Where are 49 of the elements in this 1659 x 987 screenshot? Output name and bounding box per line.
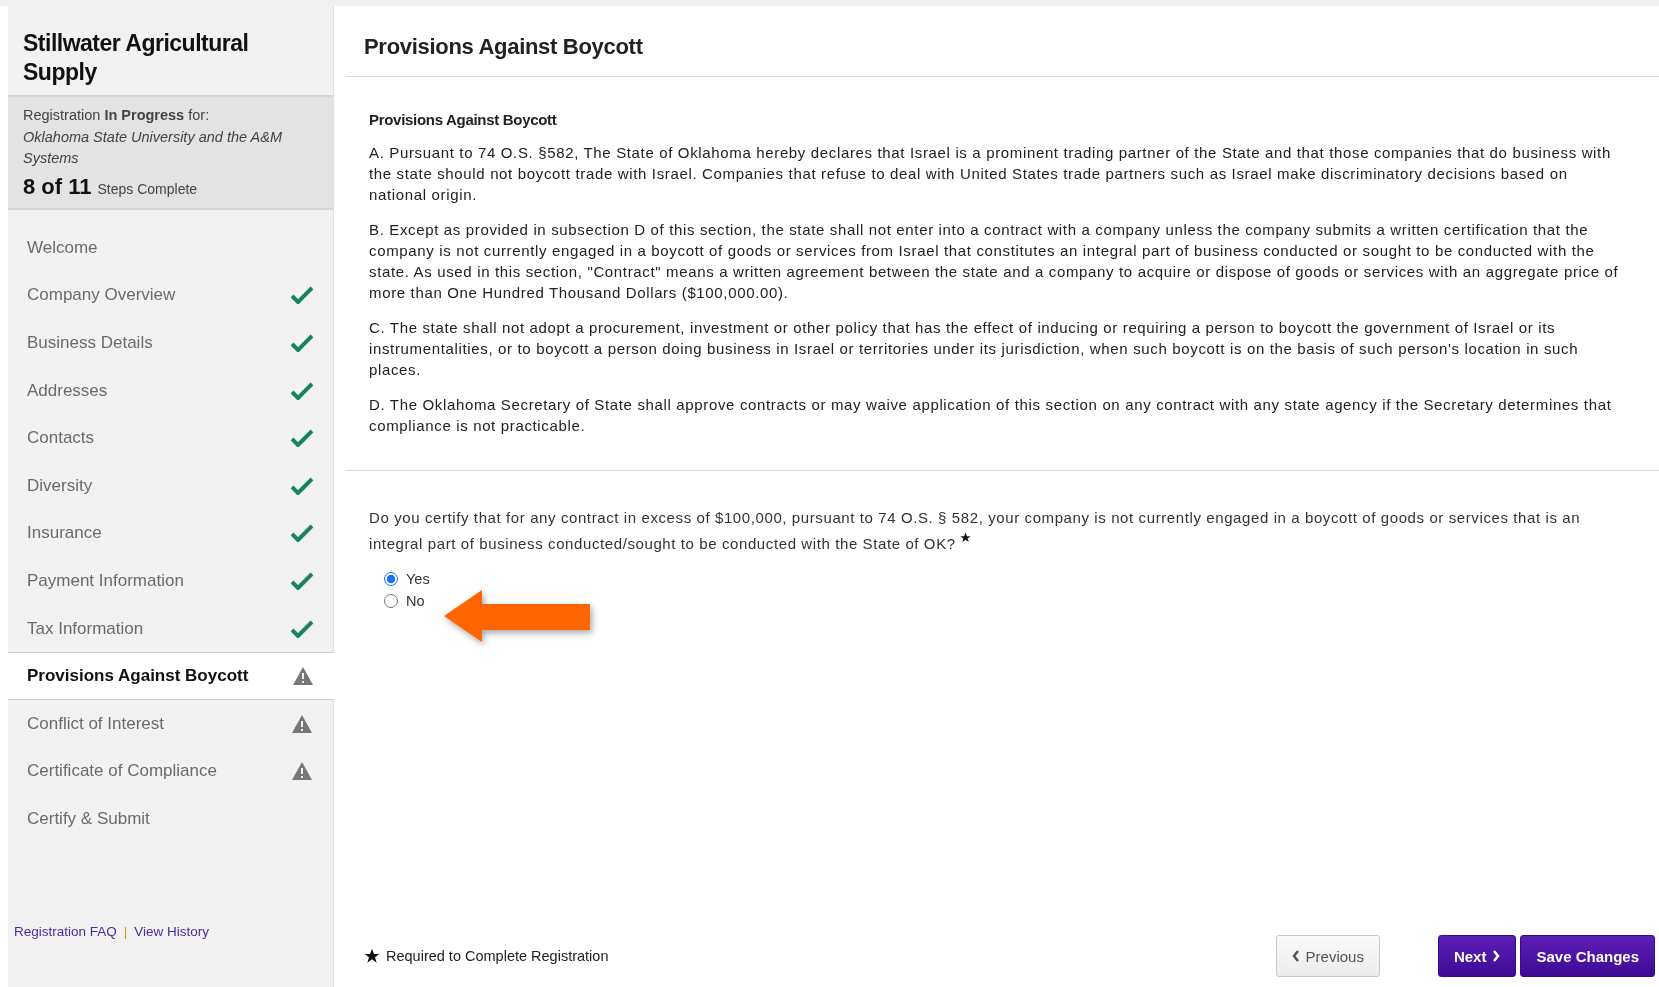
- previous-button[interactable]: Previous: [1275, 935, 1380, 977]
- save-button[interactable]: Save Changes: [1520, 935, 1655, 977]
- checkmark-icon: [291, 429, 313, 448]
- checkmark-icon: [291, 524, 313, 543]
- checkmark-icon: [291, 334, 313, 352]
- steps-label: Steps Complete: [97, 181, 198, 197]
- radio-button[interactable]: [384, 594, 398, 608]
- nav-item[interactable]: Provisions Against Boycott: [8, 652, 334, 700]
- chevron-right-icon: [1492, 950, 1501, 962]
- nav-item[interactable]: Certificate of Compliance: [8, 747, 333, 796]
- warning-icon: [291, 713, 313, 734]
- faq-link[interactable]: Registration FAQ: [14, 924, 117, 939]
- nav-item[interactable]: Business Details: [8, 319, 333, 367]
- checkmark-icon: [291, 619, 313, 638]
- nav-item[interactable]: Tax Information: [8, 604, 333, 653]
- page-title: Provisions Against Boycott: [346, 6, 1659, 77]
- paragraph: D. The Oklahoma Secretary of State shall approve contracts or may waive application of this section on any contract with any state agency if the Secretary determines that compliance is not practicable.: [369, 395, 1613, 436]
- steps-count: 8 of 11: [23, 174, 92, 200]
- nav-item[interactable]: Certify & Submit: [8, 795, 333, 843]
- warning-icon: [291, 761, 313, 782]
- checkmark-icon: [291, 476, 313, 495]
- organization-name: Oklahoma State University and the A&M Systems: [23, 128, 283, 168]
- history-link[interactable]: View History: [134, 924, 210, 939]
- question-text: Do you certify that for any contract in excess of $100,000, pursuant to 74 O.S. § 582, your company is not currently engaged in a boycott of goods or services that is an integral part of business conducted/sought to be conducted with the State of OK?: [369, 508, 1582, 554]
- checkmark-icon: [291, 571, 313, 590]
- checkmark-icon: [291, 381, 313, 400]
- checkmark-icon: [291, 286, 313, 305]
- radio-label: No: [406, 593, 425, 609]
- section-title: Provisions Against Boycott: [369, 111, 558, 128]
- required-note: Required to Complete Registration: [386, 948, 609, 964]
- paragraph: C. The state shall not adopt a procurement, investment or other policy that has the effect of inducing or requiring a person to boycott the government of Israel or its instrumentalities, or to boycott a person doing business in Israel or territories under its jurisdiction, when such boycott is on the basis of such person's location in such places.: [369, 318, 1580, 380]
- radio-button[interactable]: [384, 572, 398, 586]
- link-separator: |: [123, 924, 128, 939]
- chevron-left-icon: [1291, 950, 1300, 962]
- radio-label: Yes: [406, 571, 430, 587]
- nav-item[interactable]: Contacts: [8, 414, 333, 462]
- nav-item[interactable]: Diversity: [8, 461, 333, 510]
- required-star-icon: [364, 948, 380, 964]
- nav-item[interactable]: Insurance: [8, 509, 333, 558]
- registration-status: Registration In Progress for:: [23, 106, 211, 125]
- next-button[interactable]: Next: [1437, 935, 1517, 977]
- nav-item[interactable]: Company Overview: [8, 271, 333, 320]
- nav-item[interactable]: Payment Information: [8, 557, 333, 605]
- warning-icon: [292, 666, 314, 687]
- nav-item[interactable]: Addresses: [8, 366, 333, 415]
- paragraph: A. Pursuant to 74 O.S. §582, The State of Oklahoma hereby declares that Israel is a prominent trading partner of the State and that those companies that do business with the state should not boycott trade with Israel. Companies that refuse to deal with United States trade partners such as Israel make discriminatory decisions based on national origin.: [369, 143, 1612, 205]
- nav-item[interactable]: Welcome: [8, 224, 333, 272]
- nav-item[interactable]: Conflict of Interest: [8, 699, 333, 748]
- paragraph: B. Except as provided in subsection D of this section, the state shall not enter into a contract with a company unless the company submits a written certification that the company is not currently engaged in a boycott of goods or services from Israel that constitutes an integral part of business conducted or sought to be conducted with the state. As used in this section, "Contract" means a written agreement between the state and a company to acquire or dispose of goods or services with an aggregate price of more than One Hundred Thousand Dollars ($100,000.00).: [369, 220, 1620, 303]
